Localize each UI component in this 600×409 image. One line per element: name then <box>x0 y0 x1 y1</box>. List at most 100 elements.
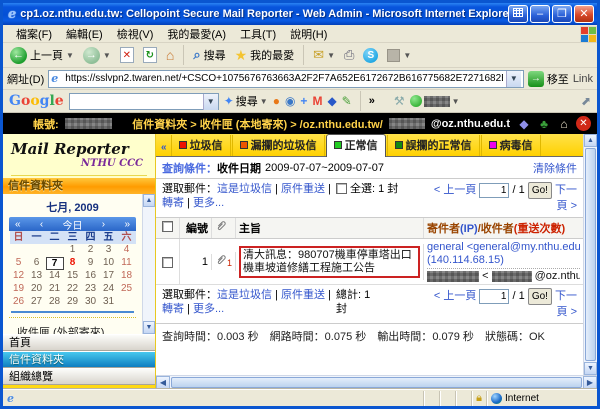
next-page-link[interactable]: 下一頁 > <box>555 290 577 318</box>
go-page-button[interactable]: Go! <box>528 182 552 199</box>
calendar-day[interactable]: 25 <box>118 283 136 296</box>
calendar-day[interactable]: 10 <box>100 257 118 270</box>
wrench-icon[interactable]: ⚒ <box>394 94 405 108</box>
prev-page-link[interactable]: < 上一頁 <box>434 290 476 302</box>
mail-sender[interactable]: general <general@my.nthu.edu. ... <box>427 241 580 254</box>
news-icon[interactable]: ● <box>273 94 280 108</box>
close-button[interactable]: ✕ <box>574 5 594 23</box>
forward-button[interactable]: → ▼ <box>80 46 114 65</box>
calendar-next-month-button[interactable]: › <box>102 219 105 230</box>
send-to-icon[interactable]: ⬈ <box>581 94 591 108</box>
calendar-day[interactable]: 23 <box>82 283 100 296</box>
refresh-button[interactable]: ↻ <box>140 46 160 64</box>
sidebar-nav-organization[interactable]: 組織總覽 <box>3 368 155 385</box>
sidebar-scrollbar[interactable]: ▲ ▼ <box>142 194 155 334</box>
more-tools-button[interactable]: » <box>369 95 375 107</box>
resend-link[interactable]: 原件重送 <box>281 183 325 195</box>
bookmark-icon[interactable]: ◆ <box>327 94 336 108</box>
menu-favorites[interactable]: 我的最愛(A) <box>160 24 233 44</box>
calendar-day[interactable]: 15 <box>64 270 82 283</box>
tab-normal-mail[interactable]: 正常信 <box>326 134 386 157</box>
highlighter-icon[interactable]: ✎ <box>342 94 352 108</box>
calendar-day[interactable]: 20 <box>28 283 46 296</box>
sidebar-nav-home[interactable]: 首頁 <box>3 334 155 351</box>
calendar-day[interactable]: 21 <box>46 283 64 296</box>
portal-home-icon[interactable]: ⌂ <box>556 116 572 132</box>
calendar-day[interactable]: 2 <box>82 244 100 257</box>
calendar-day[interactable]: 1 <box>64 244 82 257</box>
calendar-day[interactable]: 7 <box>46 257 64 270</box>
mark-spam-link[interactable]: 這是垃圾信 <box>217 289 272 301</box>
sidebar-nav-mail-folders[interactable]: 信件資料夾 <box>3 351 155 368</box>
address-dropdown[interactable]: ▼ <box>506 71 521 87</box>
google-search-field[interactable] <box>70 94 203 109</box>
calendar-next-year-button[interactable]: » <box>124 219 130 230</box>
menu-view[interactable]: 檢視(V) <box>110 24 161 44</box>
minimize-button[interactable]: – <box>530 5 550 23</box>
menu-help[interactable]: 說明(H) <box>283 24 334 44</box>
pagerank-icon[interactable]: ◉ <box>285 94 295 108</box>
scroll-left-icon[interactable]: ◀ <box>156 376 170 389</box>
maximize-button[interactable]: ❒ <box>552 5 572 23</box>
scroll-down-icon[interactable]: ▼ <box>143 321 155 334</box>
go-page-button[interactable]: Go! <box>528 288 552 305</box>
calendar-day[interactable]: 26 <box>10 296 28 309</box>
tab-missed-spam[interactable]: 漏攔的垃圾信 <box>232 135 325 156</box>
calendar-day[interactable]: 12 <box>10 270 28 283</box>
gmail-icon[interactable]: M <box>312 94 322 108</box>
menu-tools[interactable]: 工具(T) <box>233 24 283 44</box>
skype-button[interactable]: S <box>360 47 381 64</box>
mark-spam-link[interactable]: 這是垃圾信 <box>217 183 272 195</box>
scroll-up-icon[interactable]: ▲ <box>143 194 155 207</box>
calendar-day[interactable]: 17 <box>100 270 118 283</box>
google-search-input[interactable]: ▼ <box>69 93 219 110</box>
calendar-day[interactable]: 13 <box>28 270 46 283</box>
calendar-day[interactable]: 11 <box>118 257 136 270</box>
calendar-day[interactable]: 28 <box>46 296 64 309</box>
calendar-day[interactable]: 5 <box>10 257 28 270</box>
back-button[interactable]: ← 上一頁 ▼ <box>7 46 77 65</box>
vertical-scrollbar[interactable]: ▲ ▼ <box>583 134 597 375</box>
mail-table-row[interactable]: 1 1 清大訊息：980707機車停車塔出口機車坡道修繕工程施工公告 gener… <box>156 239 583 285</box>
scrollbar-thumb[interactable] <box>585 148 596 361</box>
calendar-day[interactable]: 9 <box>82 257 100 270</box>
calendar-today-button[interactable]: 今日 <box>63 217 83 232</box>
calendar-day[interactable]: 14 <box>46 270 64 283</box>
more-link[interactable]: 更多... <box>193 197 224 209</box>
print-button[interactable]: ⎙ <box>341 46 357 64</box>
tree-icon[interactable]: ♣ <box>536 116 552 132</box>
calendar-day[interactable]: 16 <box>82 270 100 283</box>
calendar-day[interactable]: 29 <box>64 296 82 309</box>
clear-condition-link[interactable]: 清除條件 <box>533 160 577 176</box>
horizontal-scrollbar[interactable]: ◀ ▶ <box>156 375 597 389</box>
scrollbar-thumb[interactable] <box>171 377 582 388</box>
scroll-down-icon[interactable]: ▼ <box>584 362 597 375</box>
calendar-day[interactable]: 3 <box>100 244 118 257</box>
calendar-prev-year-button[interactable]: « <box>15 219 21 230</box>
mail-button[interactable]: ✉▼ <box>310 46 338 64</box>
scroll-up-icon[interactable]: ▲ <box>584 134 597 147</box>
collapse-tabs-button[interactable]: « <box>158 142 170 156</box>
calendar-day[interactable]: 6 <box>28 257 46 270</box>
stop-button[interactable]: ✕ <box>117 46 137 64</box>
home-button[interactable]: ⌂ <box>163 46 177 64</box>
tile-windows-button[interactable] <box>508 5 528 23</box>
add-icon[interactable]: + <box>300 94 307 108</box>
calendar-day[interactable]: 24 <box>100 283 118 296</box>
google-search-dropdown[interactable]: ▼ <box>203 94 218 110</box>
addon-button[interactable]: ▼ <box>384 48 414 63</box>
nav-arrows-icon[interactable]: ◆ <box>516 116 532 132</box>
calendar-prev-month-button[interactable]: ‹ <box>40 219 43 230</box>
prev-page-link[interactable]: < 上一頁 <box>434 184 476 196</box>
calendar-day[interactable]: 8 <box>64 257 82 270</box>
next-page-link[interactable]: 下一頁 > <box>555 184 577 212</box>
account-status-button[interactable]: ▼ <box>410 95 460 107</box>
page-number-input[interactable] <box>479 289 509 304</box>
favorites-button[interactable]: ★ 我的最愛 <box>232 46 298 65</box>
folder-inbox-external[interactable]: 收件匣 (外部寄來) <box>3 322 142 334</box>
logout-icon[interactable]: ✕ <box>576 116 591 131</box>
scroll-right-icon[interactable]: ▶ <box>583 376 597 389</box>
forward-link[interactable]: 轉寄 <box>162 303 184 315</box>
address-input[interactable]: e https://sslvpn2.twaren.net/+CSCO+10756… <box>48 70 524 88</box>
menu-file[interactable]: 檔案(F) <box>9 24 59 44</box>
